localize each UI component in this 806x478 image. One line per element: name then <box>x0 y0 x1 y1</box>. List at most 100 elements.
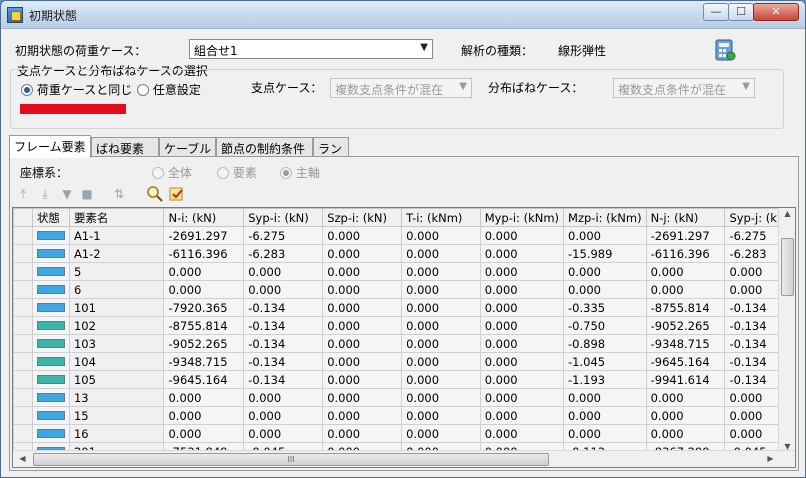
row-header[interactable] <box>13 316 33 335</box>
value-cell[interactable]: -8755.814 <box>645 298 726 317</box>
fill-down-icon[interactable]: ▼ <box>58 185 76 203</box>
value-cell[interactable]: -9052.265 <box>163 334 245 353</box>
value-cell[interactable]: 0.000 <box>243 424 324 443</box>
value-cell[interactable]: -15.989 <box>563 244 647 263</box>
element-name-cell[interactable]: 101 <box>68 298 165 317</box>
value-cell[interactable]: 0.000 <box>563 262 647 281</box>
value-cell[interactable]: -9645.164 <box>163 370 245 389</box>
value-cell[interactable]: 0.000 <box>645 406 726 425</box>
table-row[interactable]: 15 0.000 0.000 0.000 0.000 0.000 0.000 0.000 0.0… <box>13 406 795 425</box>
move-up-icon[interactable]: ⤒ <box>14 185 32 203</box>
value-cell[interactable]: 0.000 <box>645 388 726 407</box>
row-header[interactable] <box>13 334 33 353</box>
value-cell[interactable]: 0.000 <box>401 262 481 281</box>
value-cell[interactable]: 0.000 <box>322 352 403 371</box>
value-cell[interactable]: -9348.715 <box>163 352 245 371</box>
value-cell[interactable]: 0.000 <box>479 406 565 425</box>
table-row[interactable]: 105 -9645.164 -0.134 0.000 0.000 0.000 -1.193-… <box>13 370 795 389</box>
radio-custom-setting[interactable]: 任意設定 <box>137 81 201 98</box>
value-cell[interactable]: 0.000 <box>322 298 403 317</box>
value-cell[interactable]: -1.193 <box>563 370 647 389</box>
value-cell[interactable]: 0.000 <box>479 334 565 353</box>
value-cell[interactable]: -0.335 <box>563 298 647 317</box>
value-cell[interactable]: 0.000 <box>163 262 245 281</box>
value-cell[interactable]: -6116.396 <box>163 244 245 263</box>
tab-frame-elements[interactable]: フレーム要素 <box>9 135 91 158</box>
value-cell[interactable]: -0.134 <box>243 298 324 317</box>
value-cell[interactable]: 0.000 <box>479 226 565 245</box>
horizontal-scrollbar[interactable]: ◀ III ▶ <box>13 450 795 467</box>
value-cell[interactable]: -0.134 <box>243 334 324 353</box>
horizontal-scroll-thumb[interactable]: III <box>33 453 549 466</box>
value-cell[interactable]: 0.000 <box>563 424 647 443</box>
value-cell[interactable]: -2691.297 <box>645 226 726 245</box>
value-cell[interactable]: 0.000 <box>401 316 481 335</box>
column-header[interactable]: T-i: (kNm) <box>401 208 481 227</box>
coord-global-radio[interactable]: 全体 <box>152 164 192 181</box>
value-cell[interactable]: 0.000 <box>479 244 565 263</box>
value-cell[interactable]: -6.275 <box>243 226 324 245</box>
element-name-cell[interactable]: 104 <box>68 352 165 371</box>
support-case-select[interactable]: 複数支点条件が混在 ▼ <box>330 78 472 98</box>
table-row[interactable]: 16 0.000 0.000 0.000 0.000 0.000 0.000 0.000 0.0… <box>13 424 795 443</box>
coord-element-radio[interactable]: 要素 <box>217 164 257 181</box>
value-cell[interactable]: 0.000 <box>243 388 324 407</box>
value-cell[interactable]: 0.000 <box>163 424 245 443</box>
row-header[interactable] <box>13 244 33 263</box>
value-cell[interactable]: 0.000 <box>322 388 403 407</box>
value-cell[interactable]: 0.000 <box>243 262 324 281</box>
value-cell[interactable]: 0.000 <box>401 388 481 407</box>
column-header[interactable]: 状態 <box>31 208 70 227</box>
table-row[interactable]: 6 0.000 0.000 0.000 0.000 0.000 0.000 0.000 0.00… <box>13 280 795 299</box>
value-cell[interactable]: 0.000 <box>163 280 245 299</box>
value-cell[interactable]: 0.000 <box>645 280 726 299</box>
column-header[interactable]: Syp-i: (kN) <box>243 208 324 227</box>
maximize-button[interactable]: ☐ <box>728 3 754 21</box>
row-header[interactable] <box>13 262 33 281</box>
tab-node-constraints[interactable]: 節点の制約条件 <box>216 137 313 157</box>
value-cell[interactable]: 0.000 <box>479 388 565 407</box>
column-header[interactable]: N-j: (kN) <box>645 208 726 227</box>
value-cell[interactable]: 0.000 <box>322 244 403 263</box>
element-name-cell[interactable]: 6 <box>68 280 165 299</box>
value-cell[interactable]: 0.000 <box>401 424 481 443</box>
column-header[interactable]: Myp-i: (kNm) <box>479 208 565 227</box>
element-name-cell[interactable]: A1-1 <box>68 226 165 245</box>
value-cell[interactable]: 0.000 <box>645 424 726 443</box>
value-cell[interactable]: 0.000 <box>401 298 481 317</box>
value-cell[interactable]: 0.000 <box>322 424 403 443</box>
radio-same-as-load-case[interactable]: 荷重ケースと同じ <box>21 81 132 98</box>
value-cell[interactable]: 0.000 <box>563 388 647 407</box>
table-row[interactable]: 102 -8755.814 -0.134 0.000 0.000 0.000 -0.750-… <box>13 316 795 335</box>
value-cell[interactable]: -6.283 <box>243 244 324 263</box>
column-header[interactable]: 要素名 <box>68 208 165 227</box>
table-row[interactable]: 103 -9052.265 -0.134 0.000 0.000 0.000 -0.898-… <box>13 334 795 353</box>
value-cell[interactable]: -9645.164 <box>645 352 726 371</box>
row-header[interactable] <box>13 388 33 407</box>
scroll-up-icon[interactable]: ▲ <box>779 209 795 218</box>
value-cell[interactable]: 0.000 <box>479 352 565 371</box>
table-row[interactable]: 5 0.000 0.000 0.000 0.000 0.000 0.000 0.000 0.00… <box>13 262 795 281</box>
tab-cables[interactable]: ケーブル <box>159 137 216 157</box>
value-cell[interactable]: 0.000 <box>401 280 481 299</box>
column-header[interactable]: Szp-i: (kN) <box>322 208 403 227</box>
value-cell[interactable]: 0.000 <box>322 262 403 281</box>
initial-load-case-select[interactable]: 組合せ1 ▼ <box>189 39 433 59</box>
element-name-cell[interactable]: 105 <box>68 370 165 389</box>
value-cell[interactable]: 0.000 <box>163 388 245 407</box>
value-cell[interactable]: -8755.814 <box>163 316 245 335</box>
value-cell[interactable]: -0.898 <box>563 334 647 353</box>
value-cell[interactable]: 0.000 <box>322 280 403 299</box>
value-cell[interactable]: 0.000 <box>563 280 647 299</box>
table-row[interactable]: A1-1 -2691.297 -6.275 0.000 0.000 0.000 0.000-… <box>13 226 795 245</box>
table-row[interactable]: 101 -7920.365 -0.134 0.000 0.000 0.000 -0.335-… <box>13 298 795 317</box>
scroll-right-icon[interactable]: ▶ <box>762 454 779 463</box>
tab-run[interactable]: ラン <box>313 137 349 157</box>
value-cell[interactable]: 0.000 <box>322 406 403 425</box>
element-name-cell[interactable]: 16 <box>68 424 165 443</box>
select-icon[interactable] <box>168 185 186 203</box>
value-cell[interactable]: 0.000 <box>401 334 481 353</box>
value-cell[interactable]: -0.134 <box>243 370 324 389</box>
value-cell[interactable]: -2691.297 <box>163 226 245 245</box>
value-cell[interactable]: 0.000 <box>479 262 565 281</box>
